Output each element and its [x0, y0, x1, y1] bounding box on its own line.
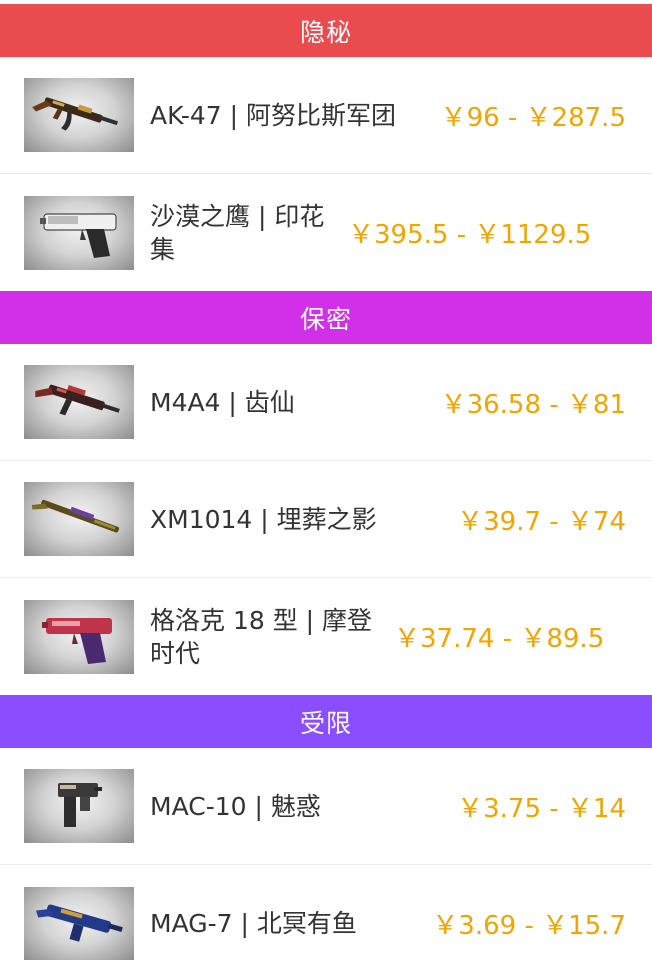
list-item[interactable]: M4A4 | 齿仙 ￥36.58 - ￥81	[0, 344, 652, 461]
weapon-case-skin-list: 隐秘 AK-47 | 阿努比斯军团 ￥96 - ￥287.5 沙漠之鹰 | 印花…	[0, 0, 652, 960]
price-range: ￥3.69 - ￥15.7	[432, 911, 626, 941]
skin-name: 格洛克 18 型 | 摩登时代	[150, 605, 373, 668]
price-range: ￥36.58 - ￥81	[440, 389, 626, 420]
skin-name: XM1014 | 埋葬之影	[150, 504, 377, 534]
price-range: ￥3.75 - ￥14	[457, 793, 626, 824]
price-range: ￥395.5 - ￥1129.5	[348, 220, 592, 250]
list-item[interactable]: 格洛克 18 型 | 摩登时代 ￥37.74 - ￥89.5	[0, 578, 652, 695]
price-range: ￥96 - ￥287.5	[440, 102, 626, 133]
m4a4-skin-icon	[24, 365, 134, 439]
mac-10-skin-icon	[24, 769, 134, 843]
price-range: ￥37.74 - ￥89.5	[394, 624, 605, 654]
price-range: ￥39.7 - ￥74	[457, 506, 626, 537]
mag-7-skin-icon	[24, 886, 134, 960]
section-header-classified: 保密	[0, 291, 652, 344]
section-header-covert: 隐秘	[0, 4, 652, 57]
list-item[interactable]: MAC-10 | 魅惑 ￥3.75 - ￥14	[0, 748, 652, 865]
xm1014-skin-icon	[24, 482, 134, 556]
skin-name: MAC-10 | 魅惑	[150, 791, 321, 821]
desert-eagle-skin-icon	[24, 195, 134, 270]
list-item[interactable]: MAG-7 | 北冥有鱼 ￥3.69 - ￥15.7	[0, 865, 652, 960]
section-header-restricted: 受限	[0, 695, 652, 748]
skin-name: 沙漠之鹰 | 印花集	[150, 201, 325, 264]
list-item[interactable]: 沙漠之鹰 | 印花集 ￥395.5 - ￥1129.5	[0, 174, 652, 291]
list-item[interactable]: XM1014 | 埋葬之影 ￥39.7 - ￥74	[0, 461, 652, 578]
skin-name: M4A4 | 齿仙	[150, 387, 295, 417]
skin-name: MAG-7 | 北冥有鱼	[150, 909, 357, 938]
list-item[interactable]: AK-47 | 阿努比斯军团 ￥96 - ￥287.5	[0, 57, 652, 174]
glock-18-skin-icon	[24, 599, 134, 674]
skin-name: AK-47 | 阿努比斯军团	[150, 100, 397, 130]
ak47-skin-icon	[24, 78, 134, 152]
